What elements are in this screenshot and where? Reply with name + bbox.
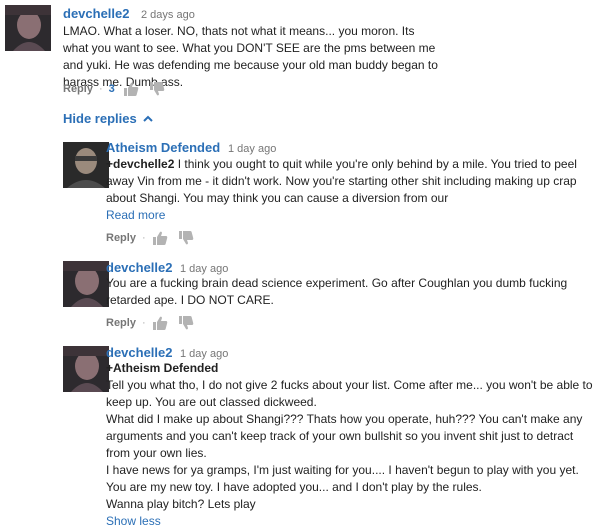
chevron-up-icon: [142, 115, 153, 122]
avatar[interactable]: [63, 261, 109, 307]
hide-replies-label: Hide replies: [63, 111, 137, 126]
reply-comment: devchelle2 1 day ago You are a fucking b…: [0, 258, 597, 338]
comment-paragraph: I have news for ya gramps, I'm just wait…: [106, 463, 579, 494]
reply-button[interactable]: Reply: [106, 232, 136, 244]
comment-body: I think you ought to quit while you're o…: [106, 157, 577, 205]
like-count: 3: [108, 83, 115, 95]
comment-text: +Atheism Defended Tell you what tho, I d…: [106, 360, 594, 530]
reply-button[interactable]: Reply: [106, 317, 136, 329]
comment-actions: Reply ·: [106, 231, 204, 245]
comment-text: You are a fucking brain dead science exp…: [106, 276, 568, 307]
thumbs-up-icon[interactable]: [123, 82, 139, 96]
thumbs-down-icon[interactable]: [178, 316, 194, 330]
avatar[interactable]: [63, 346, 109, 392]
separator-dot: ·: [141, 232, 146, 244]
thumbs-up-icon[interactable]: [152, 316, 168, 330]
comment-text: +devchelle2 I think you ought to quit wh…: [106, 156, 582, 224]
comment-author[interactable]: devchelle2: [106, 345, 173, 360]
thumbs-down-icon[interactable]: [178, 231, 194, 245]
avatar[interactable]: [63, 142, 109, 188]
read-more-link[interactable]: Read more: [106, 208, 165, 222]
comment-timestamp[interactable]: 1 day ago: [228, 143, 276, 155]
comment-actions: Reply ·: [106, 316, 204, 330]
thumbs-down-icon[interactable]: [149, 82, 165, 96]
reply-comment: Atheism Defended 1 day ago +devchelle2 I…: [0, 138, 597, 248]
comment-author[interactable]: devchelle2: [63, 6, 130, 21]
comment-author[interactable]: Atheism Defended: [106, 140, 220, 155]
comment-author[interactable]: devchelle2: [106, 260, 173, 275]
reply-button[interactable]: Reply: [63, 83, 93, 95]
hide-replies-button[interactable]: Hide replies: [63, 111, 153, 126]
comment-timestamp[interactable]: 2 days ago: [141, 9, 195, 21]
reply-comment: devchelle2 1 day ago +Atheism Defended T…: [0, 343, 597, 528]
thumbs-up-icon[interactable]: [152, 231, 168, 245]
comment-paragraph: Wanna play bitch? Lets play: [106, 497, 256, 511]
comment-text: LMAO. What a loser. NO, thats not what i…: [63, 24, 438, 89]
comment-paragraph: What did I make up about Shangi??? Thats…: [106, 412, 583, 460]
comment-actions: Reply · 3: [63, 82, 175, 96]
separator-dot: ·: [141, 317, 146, 329]
comment-timestamp[interactable]: 1 day ago: [180, 348, 228, 360]
separator-dot: ·: [98, 83, 103, 95]
comment-paragraph: Tell you what tho, I do not give 2 fucks…: [106, 378, 593, 409]
comment-timestamp[interactable]: 1 day ago: [180, 263, 228, 275]
top-comment: devchelle2 2 days ago LMAO. What a loser…: [0, 0, 597, 100]
mention-link[interactable]: +devchelle2: [106, 157, 174, 171]
avatar[interactable]: [5, 5, 51, 51]
mention-link[interactable]: +Atheism Defended: [106, 360, 594, 377]
